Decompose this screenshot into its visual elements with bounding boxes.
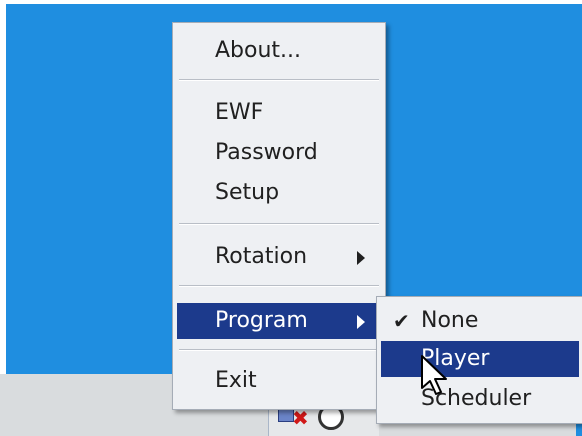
menu-item-label: Exit (215, 368, 257, 393)
menu-item-label: EWF (215, 100, 264, 125)
menu-item-rotation[interactable]: Rotation (177, 239, 381, 275)
menu-item-password[interactable]: Password (177, 135, 381, 171)
program-submenu: ✔ None Player Scheduler (376, 296, 582, 424)
submenu-item-none[interactable]: ✔ None (381, 303, 579, 339)
menu-separator (179, 349, 379, 351)
submenu-arrow-icon (357, 315, 365, 329)
menu-item-label: Setup (215, 180, 280, 205)
menu-item-setup[interactable]: Setup (177, 175, 381, 211)
menu-item-program[interactable]: Program (177, 303, 381, 339)
menu-item-label: Rotation (215, 244, 308, 269)
menu-item-ewf[interactable]: EWF (177, 95, 381, 131)
submenu-item-player[interactable]: Player (381, 341, 579, 377)
menu-item-exit[interactable]: Exit (177, 363, 381, 399)
submenu-arrow-icon (357, 251, 365, 265)
menu-item-label: About... (215, 38, 302, 63)
context-menu: About... EWF Password Setup Rotation Pro… (172, 22, 386, 410)
submenu-item-scheduler[interactable]: Scheduler (381, 381, 579, 417)
checkmark-icon: ✔ (393, 309, 410, 333)
menu-separator (179, 285, 379, 287)
menu-separator (179, 79, 379, 81)
mouse-pointer-icon (421, 355, 447, 395)
submenu-item-label: None (421, 308, 479, 333)
menu-item-about[interactable]: About... (177, 33, 381, 69)
menu-item-label: Program (215, 308, 308, 333)
menu-item-label: Password (215, 140, 318, 165)
menu-separator (179, 223, 379, 225)
